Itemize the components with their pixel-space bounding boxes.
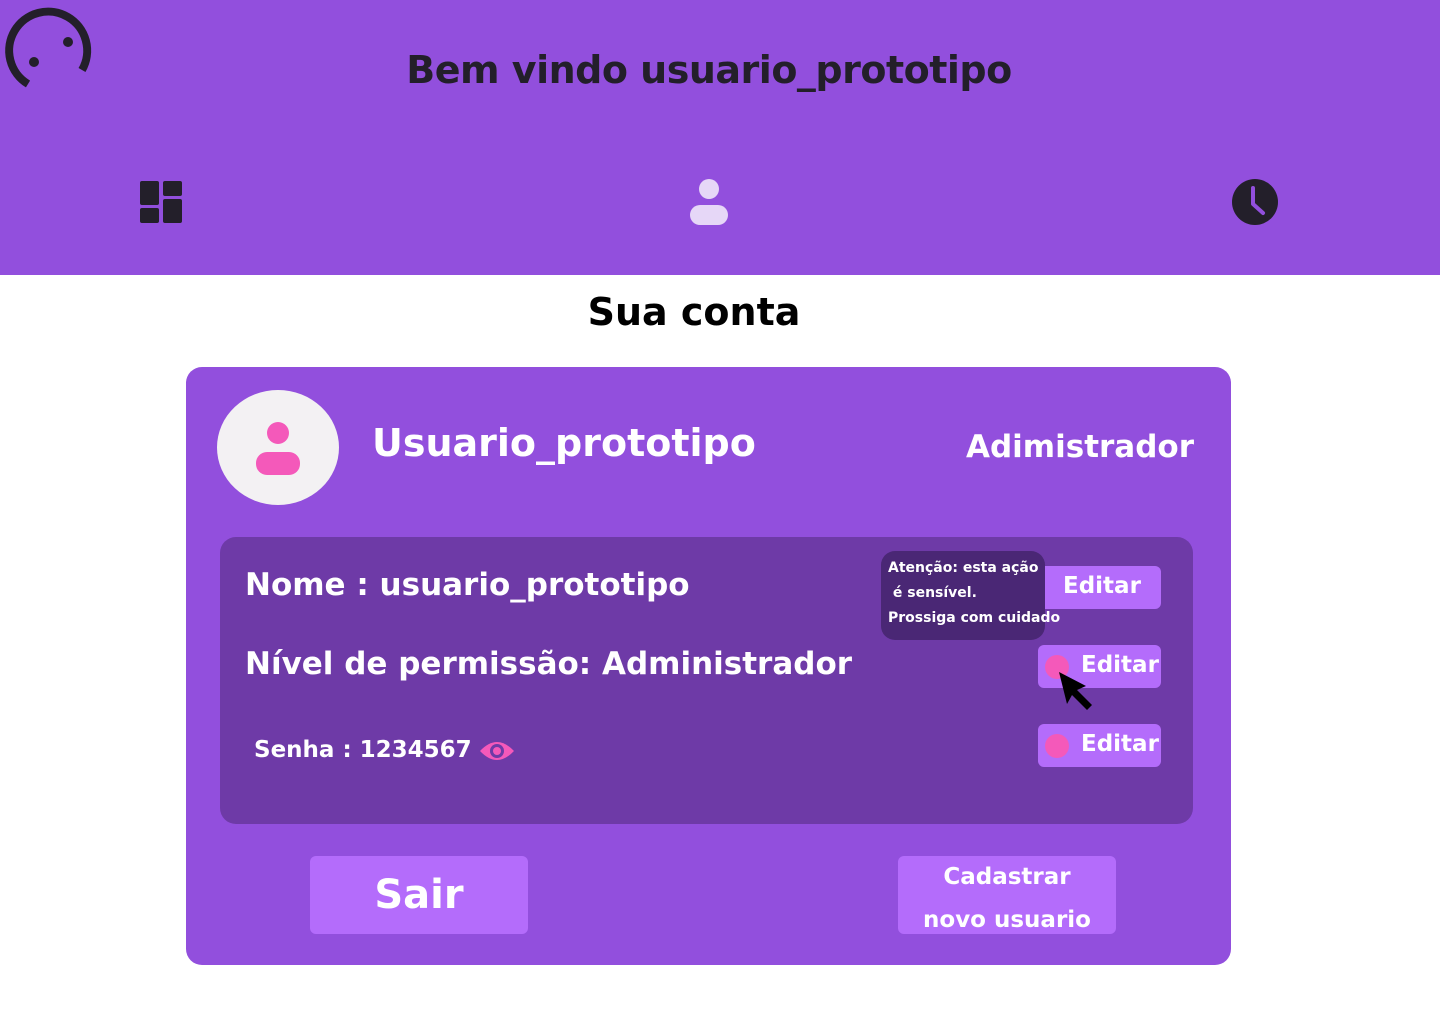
register-button-line: novo usuario — [923, 907, 1091, 933]
edit-name-button[interactable]: Editar — [1038, 566, 1161, 609]
clock-icon[interactable] — [1231, 178, 1279, 226]
dashboard-icon[interactable] — [140, 181, 182, 223]
edit-button-label: Editar — [1063, 573, 1141, 599]
warning-tooltip: Atenção: esta ação é sensível. Prossiga … — [881, 551, 1060, 640]
tooltip-line: é sensível. — [888, 585, 977, 601]
page-title: Sua conta — [587, 290, 801, 334]
account-role: Adimistrador — [966, 429, 1194, 465]
avatar — [217, 390, 339, 505]
exit-button[interactable]: Sair — [310, 856, 528, 934]
register-user-button[interactable]: Cadastrar novo usuario — [898, 856, 1116, 934]
mouse-cursor-icon — [1059, 672, 1092, 710]
welcome-title: Bem vindo usuario_prototipo — [406, 48, 1012, 92]
edit-button-label: Editar — [1081, 731, 1159, 757]
eye-icon[interactable] — [479, 737, 515, 765]
tooltip-line: Prossiga com cuidado — [888, 610, 1061, 626]
app-header: Bem vindo usuario_prototipo — [0, 0, 1440, 275]
register-button-line: Cadastrar — [943, 864, 1071, 890]
account-details-panel: Nome : usuario_prototipo Nível de permis… — [220, 537, 1193, 824]
user-icon[interactable] — [688, 178, 730, 226]
permission-field: Nível de permissão: Administrador — [245, 646, 853, 682]
tooltip-line: Atenção: esta ação — [888, 560, 1039, 576]
password-field: Senha : 1234567 — [254, 737, 472, 763]
account-username: Usuario_prototipo — [372, 421, 756, 465]
warning-dot-icon — [1045, 734, 1069, 758]
user-icon — [256, 422, 300, 475]
account-card: Usuario_prototipo Adimistrador Nome : us… — [186, 367, 1231, 965]
name-field: Nome : usuario_prototipo — [245, 567, 690, 603]
edit-password-button[interactable]: Editar — [1038, 724, 1161, 767]
